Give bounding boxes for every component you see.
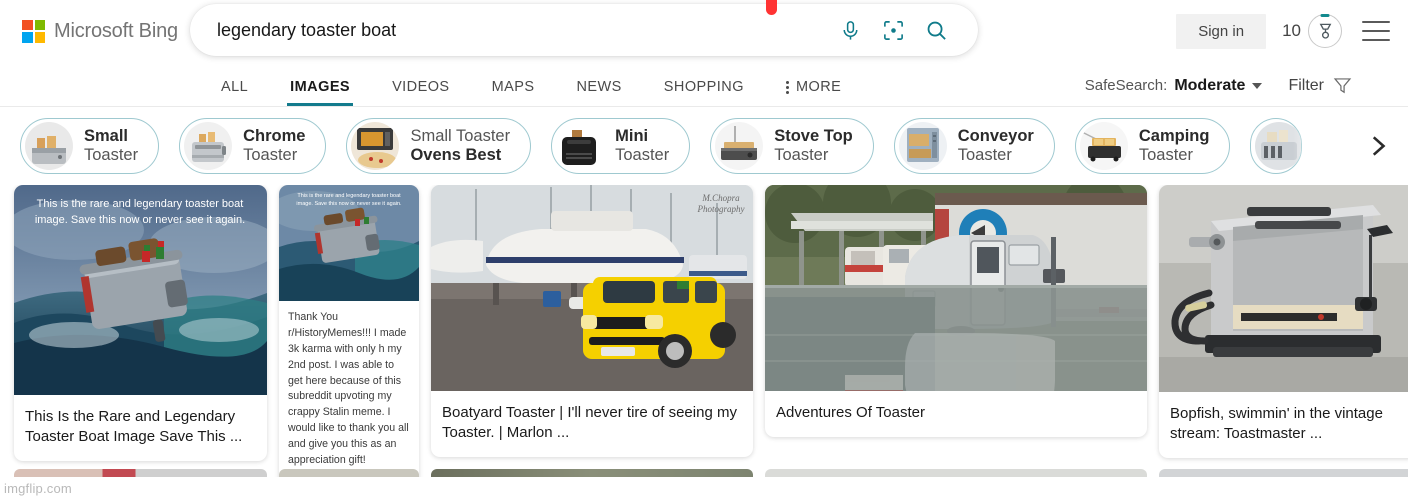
next-row-thumb[interactable] bbox=[14, 469, 267, 477]
next-row-thumb[interactable] bbox=[279, 469, 419, 477]
toastmaster-toaster-thumbnail[interactable] bbox=[1159, 185, 1408, 392]
filter-pill-small-toaster-ovens-best[interactable]: Small Toaster Ovens Best bbox=[346, 118, 532, 174]
filter-button[interactable]: Filter bbox=[1288, 75, 1353, 96]
filter-pill-label: Mini Toaster bbox=[615, 126, 670, 164]
rewards-widget[interactable]: 10 bbox=[1282, 14, 1342, 48]
tab-shopping[interactable]: SHOPPING bbox=[643, 79, 765, 106]
chevron-right-icon[interactable] bbox=[1356, 125, 1398, 167]
tab-images[interactable]: IMAGES bbox=[269, 79, 371, 106]
image-result-card[interactable]: Adventures Of Toaster bbox=[765, 185, 1147, 437]
cursor-marker bbox=[766, 0, 777, 15]
image-result-caption: Bopfish, swimmin' in the vintage stream:… bbox=[1170, 405, 1383, 442]
pop-up-toaster-with-toast-icon bbox=[25, 122, 73, 170]
image-result-caption: This Is the Rare and Legendary Toaster B… bbox=[25, 408, 243, 445]
image-result-caption: Adventures Of Toaster bbox=[776, 404, 925, 421]
image-results-grid: This is the rare and legendary toaster b… bbox=[0, 185, 1408, 477]
search-box[interactable] bbox=[190, 4, 978, 56]
filter-pill-label: Small Toaster bbox=[84, 126, 139, 164]
adventures-of-toaster-thumbnail[interactable] bbox=[765, 185, 1147, 391]
tab-news[interactable]: NEWS bbox=[555, 79, 642, 106]
toaster-boat-reddit-thumbnail[interactable]: This is the rare and legendary toaster b… bbox=[279, 185, 419, 301]
next-row-thumb[interactable] bbox=[1159, 469, 1408, 477]
chrome-slot-toaster-icon bbox=[184, 122, 233, 170]
nav-right-controls: SafeSearch: Moderate Filter bbox=[1085, 75, 1353, 96]
filter-funnel-icon bbox=[1333, 78, 1352, 94]
vintage-chrome-toaster-icon bbox=[1255, 122, 1302, 170]
black-mini-toaster-icon bbox=[556, 122, 605, 170]
filter-pill-label: Conveyor Toaster bbox=[957, 126, 1034, 164]
tab-more-label: MORE bbox=[795, 79, 842, 95]
microphone-icon[interactable] bbox=[839, 19, 862, 42]
tab-maps[interactable]: MAPS bbox=[471, 79, 556, 106]
image-result-card[interactable]: M.Chopra Photography Boatyard Toaster | … bbox=[431, 185, 753, 457]
tab-more[interactable]: MORE bbox=[765, 79, 862, 106]
page-header: Microsoft Bing Sign in bbox=[0, 0, 1408, 62]
header-actions: Sign in 10 bbox=[1176, 0, 1390, 62]
search-input[interactable] bbox=[217, 19, 839, 41]
boatyard-toaster-thumbnail[interactable]: M.Chopra Photography bbox=[431, 185, 753, 391]
rewards-count: 10 bbox=[1282, 21, 1301, 40]
image-result-caption: Boatyard Toaster | I'll never tire of se… bbox=[442, 404, 737, 441]
image-result-card[interactable]: This is the rare and legendary toaster b… bbox=[14, 185, 267, 461]
yellow-car bbox=[581, 277, 736, 368]
camping-toaster-icon bbox=[1079, 122, 1128, 170]
more-dots-icon bbox=[785, 80, 789, 94]
sign-in-button[interactable]: Sign in bbox=[1176, 13, 1267, 49]
related-filters-bar: Small Toaster Chrome Toaster Small Toast… bbox=[0, 107, 1408, 185]
toaster-boat-meme-thumbnail[interactable]: This is the rare and legendary toaster b… bbox=[14, 185, 267, 395]
hamburger-menu-icon[interactable] bbox=[1362, 21, 1390, 41]
vintage-toaster bbox=[1189, 205, 1393, 357]
next-row-thumb[interactable] bbox=[431, 469, 753, 477]
filter-pill-partial[interactable] bbox=[1250, 118, 1303, 174]
safesearch-value: Moderate bbox=[1174, 76, 1246, 94]
conveyor-toaster-icon bbox=[898, 122, 947, 170]
svg-text:image. Save this now or never: image. Save this now or never see it aga… bbox=[296, 201, 402, 207]
page-watermark: imgflip.com bbox=[4, 481, 72, 496]
toaster-oven-with-pizza-icon bbox=[351, 122, 400, 170]
safesearch-dropdown[interactable]: SafeSearch: Moderate bbox=[1085, 77, 1263, 95]
nav-tabs: ALL IMAGES VIDEOS MAPS NEWS SHOPPING MOR… bbox=[200, 79, 862, 106]
rewards-medal-icon[interactable] bbox=[1308, 14, 1342, 48]
filter-pill-mini-toaster[interactable]: Mini Toaster bbox=[551, 118, 691, 174]
image-result-card[interactable]: Bopfish, swimmin' in the vintage stream:… bbox=[1159, 185, 1408, 458]
visual-search-icon[interactable] bbox=[882, 19, 905, 42]
bing-logo[interactable]: Microsoft Bing bbox=[22, 19, 178, 43]
svg-text:image. Save this now or never: image. Save this now or never see it aga… bbox=[35, 214, 245, 226]
filter-pill-chrome-toaster[interactable]: Chrome Toaster bbox=[179, 118, 327, 174]
safesearch-label: SafeSearch: bbox=[1084, 77, 1168, 94]
filter-pill-small-toaster[interactable]: Small Toaster bbox=[20, 118, 160, 174]
filter-pill-label: Small Toaster Ovens Best bbox=[410, 126, 511, 164]
next-row-thumb[interactable] bbox=[765, 469, 1147, 477]
search-icon[interactable] bbox=[925, 19, 948, 42]
vertical-nav-bar: ALL IMAGES VIDEOS MAPS NEWS SHOPPING MOR… bbox=[0, 62, 1408, 107]
chevron-down-icon bbox=[1252, 82, 1263, 89]
svg-text:Photography: Photography bbox=[697, 204, 745, 214]
svg-text:This is the rare and legendary: This is the rare and legendary toaster b… bbox=[297, 193, 401, 199]
svg-text:This is the rare and legendary: This is the rare and legendary toaster b… bbox=[37, 198, 244, 210]
filter-pill-camping-toaster[interactable]: Camping Toaster bbox=[1074, 118, 1231, 174]
stove-top-toaster-icon bbox=[715, 122, 764, 170]
tab-videos[interactable]: VIDEOS bbox=[371, 79, 471, 106]
reddit-post-body: Thank You r/HistoryMemes!!! I made 3k ka… bbox=[288, 311, 409, 467]
image-result-card[interactable]: This is the rare and legendary toaster b… bbox=[279, 185, 419, 477]
filter-pill-conveyor-toaster[interactable]: Conveyor Toaster bbox=[893, 118, 1055, 174]
microsoft-logo-icon bbox=[22, 19, 45, 43]
filter-pill-label: Chrome Toaster bbox=[243, 126, 306, 164]
svg-text:M.Chopra: M.Chopra bbox=[701, 193, 740, 203]
next-row-preview bbox=[14, 469, 1408, 477]
rewards-notch-icon bbox=[1320, 14, 1330, 17]
filter-pill-label: Camping Toaster bbox=[1138, 126, 1210, 164]
brand-name: Microsoft Bing bbox=[54, 19, 178, 42]
filter-pill-stove-top-toaster[interactable]: Stove Top Toaster bbox=[710, 118, 874, 174]
tab-all[interactable]: ALL bbox=[200, 79, 269, 106]
filter-pill-label: Stove Top Toaster bbox=[774, 126, 853, 164]
filter-label: Filter bbox=[1288, 76, 1324, 94]
